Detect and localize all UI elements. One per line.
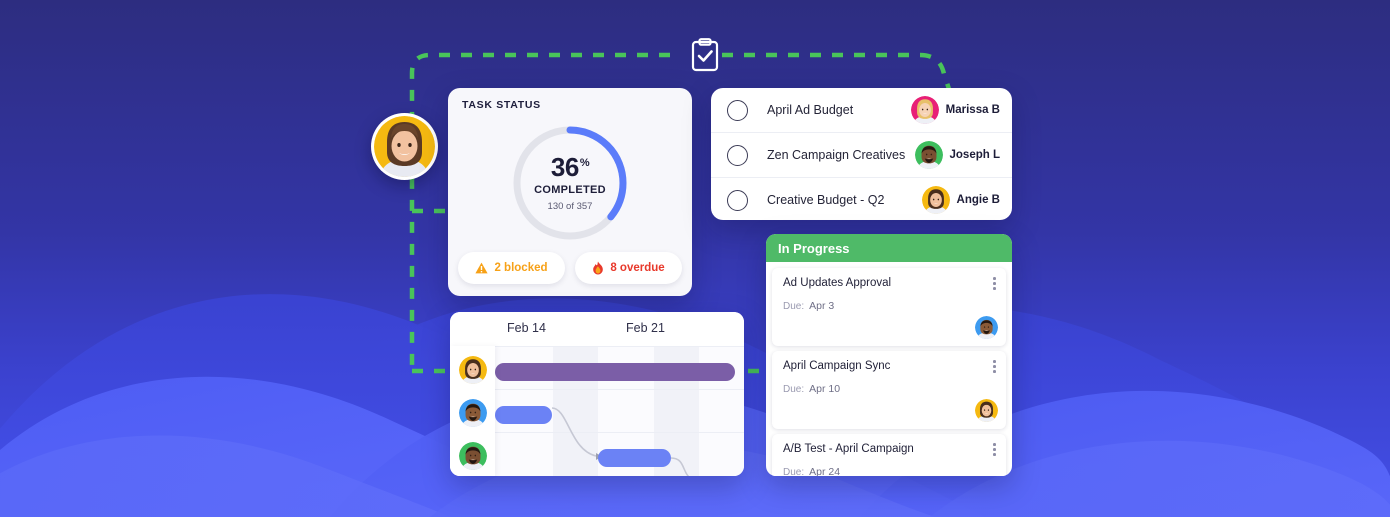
avatar-image: [975, 399, 998, 422]
more-options-icon[interactable]: [993, 443, 996, 456]
kanban-column-title: In Progress: [778, 240, 850, 256]
warning-triangle-icon: [475, 262, 489, 274]
gantt-assignee-column: [450, 346, 495, 476]
avatar-image: [459, 442, 487, 470]
gantt-task-bar[interactable]: [598, 449, 671, 467]
task-list-card: April Ad Budget Marissa B Zen Campaign Cr…: [711, 88, 1012, 220]
flame-icon: [593, 261, 604, 275]
task-assignee: Joseph L: [914, 141, 1000, 169]
task-title: Zen Campaign Creatives: [767, 148, 906, 162]
avatar-image: [374, 116, 435, 177]
avatar-image: [459, 399, 487, 427]
avatar-image: [459, 356, 487, 384]
gantt-task-bar[interactable]: [495, 363, 735, 381]
due-label: Due:: [783, 467, 805, 476]
completion-percent: 36%: [550, 152, 590, 182]
status-badge-blocked[interactable]: 2 blocked: [458, 252, 565, 284]
assignee-name: Joseph L: [949, 149, 1000, 161]
kanban-column-header: In Progress: [766, 234, 1012, 262]
clipboard-check-icon: [691, 38, 719, 72]
kanban-column-card: In Progress Ad Updates Approval Due: Apr 3…: [766, 234, 1012, 476]
status-badges: 2 blocked 8 overdue: [458, 252, 682, 284]
gantt-assignee-avatar: [459, 399, 487, 427]
avatar-image: [975, 316, 998, 339]
kanban-card-title: A/B Test - April Campaign: [783, 443, 914, 455]
assignee-name: Marissa B: [945, 104, 1000, 116]
kanban-card-due: Due: Apr 10: [783, 383, 995, 395]
kanban-card-due: Due: Apr 24: [783, 466, 995, 476]
gantt-grid: [450, 346, 744, 476]
task-assignee: Marissa B: [910, 96, 1000, 124]
kanban-card-list: Ad Updates Approval Due: Apr 3 April Campa…: [766, 262, 1012, 476]
kanban-card-due: Due: Apr 3: [783, 300, 995, 312]
assignee-avatar: [910, 96, 939, 124]
status-badge-overdue[interactable]: 8 overdue: [575, 252, 682, 284]
gantt-task-bar[interactable]: [495, 406, 552, 424]
task-title: April Ad Budget: [767, 103, 854, 117]
task-assignee: Angie B: [921, 186, 1000, 214]
task-checkbox[interactable]: [727, 99, 748, 121]
completion-label: COMPLETED: [534, 184, 606, 196]
kanban-card[interactable]: A/B Test - April Campaign Due: Apr 24: [772, 434, 1006, 476]
due-label: Due:: [783, 301, 805, 312]
due-label: Due:: [783, 384, 805, 395]
kanban-card-avatar: [975, 316, 998, 339]
task-list-row[interactable]: Zen Campaign Creatives Joseph L: [711, 133, 1012, 178]
kanban-card[interactable]: April Campaign Sync Due: Apr 10: [772, 351, 1006, 429]
task-status-card: TASK STATUS 36% COMPLETED 130 of 357 2 b…: [448, 88, 692, 296]
assignee-avatar: [914, 141, 943, 169]
due-date: Apr 3: [809, 300, 835, 312]
avatar-image: [910, 96, 939, 124]
blocked-label: 2 blocked: [494, 262, 548, 274]
overdue-label: 8 overdue: [610, 262, 665, 274]
assignee-name: Angie B: [956, 194, 1000, 206]
left-team-avatar: [371, 113, 438, 180]
avatar-image: [921, 186, 950, 214]
task-list-row[interactable]: April Ad Budget Marissa B: [711, 88, 1012, 133]
kanban-card-title: April Campaign Sync: [783, 360, 891, 372]
task-status-title: TASK STATUS: [462, 99, 541, 111]
gantt-date-label-1: Feb 14: [507, 321, 546, 335]
kanban-card-title: Ad Updates Approval: [783, 277, 892, 289]
completion-donut-chart: 36% COMPLETED 130 of 357: [509, 122, 631, 244]
gantt-timeline-header: Feb 14 Feb 21: [450, 312, 744, 346]
task-checkbox[interactable]: [727, 144, 748, 166]
gantt-assignee-avatar: [459, 442, 487, 470]
task-title: Creative Budget - Q2: [767, 193, 885, 207]
avatar-image: [914, 141, 943, 169]
gantt-chart-card: Feb 14 Feb 21: [450, 312, 744, 476]
kanban-card[interactable]: Ad Updates Approval Due: Apr 3: [772, 268, 1006, 346]
gantt-assignee-avatar: [459, 356, 487, 384]
task-checkbox[interactable]: [727, 189, 748, 211]
completion-fraction: 130 of 357: [547, 201, 593, 212]
gantt-date-label-2: Feb 21: [626, 321, 665, 335]
illustration-canvas: TASK STATUS 36% COMPLETED 130 of 357 2 b…: [0, 0, 1390, 517]
due-date: Apr 10: [809, 383, 841, 395]
task-list-rows: April Ad Budget Marissa B Zen Campaign Cr…: [711, 88, 1012, 220]
assignee-avatar: [921, 186, 950, 214]
kanban-card-avatar: [975, 399, 998, 422]
task-list-row[interactable]: Creative Budget - Q2 Angie B: [711, 178, 1012, 220]
more-options-icon[interactable]: [993, 360, 996, 373]
more-options-icon[interactable]: [993, 277, 996, 290]
due-date: Apr 24: [809, 466, 841, 476]
